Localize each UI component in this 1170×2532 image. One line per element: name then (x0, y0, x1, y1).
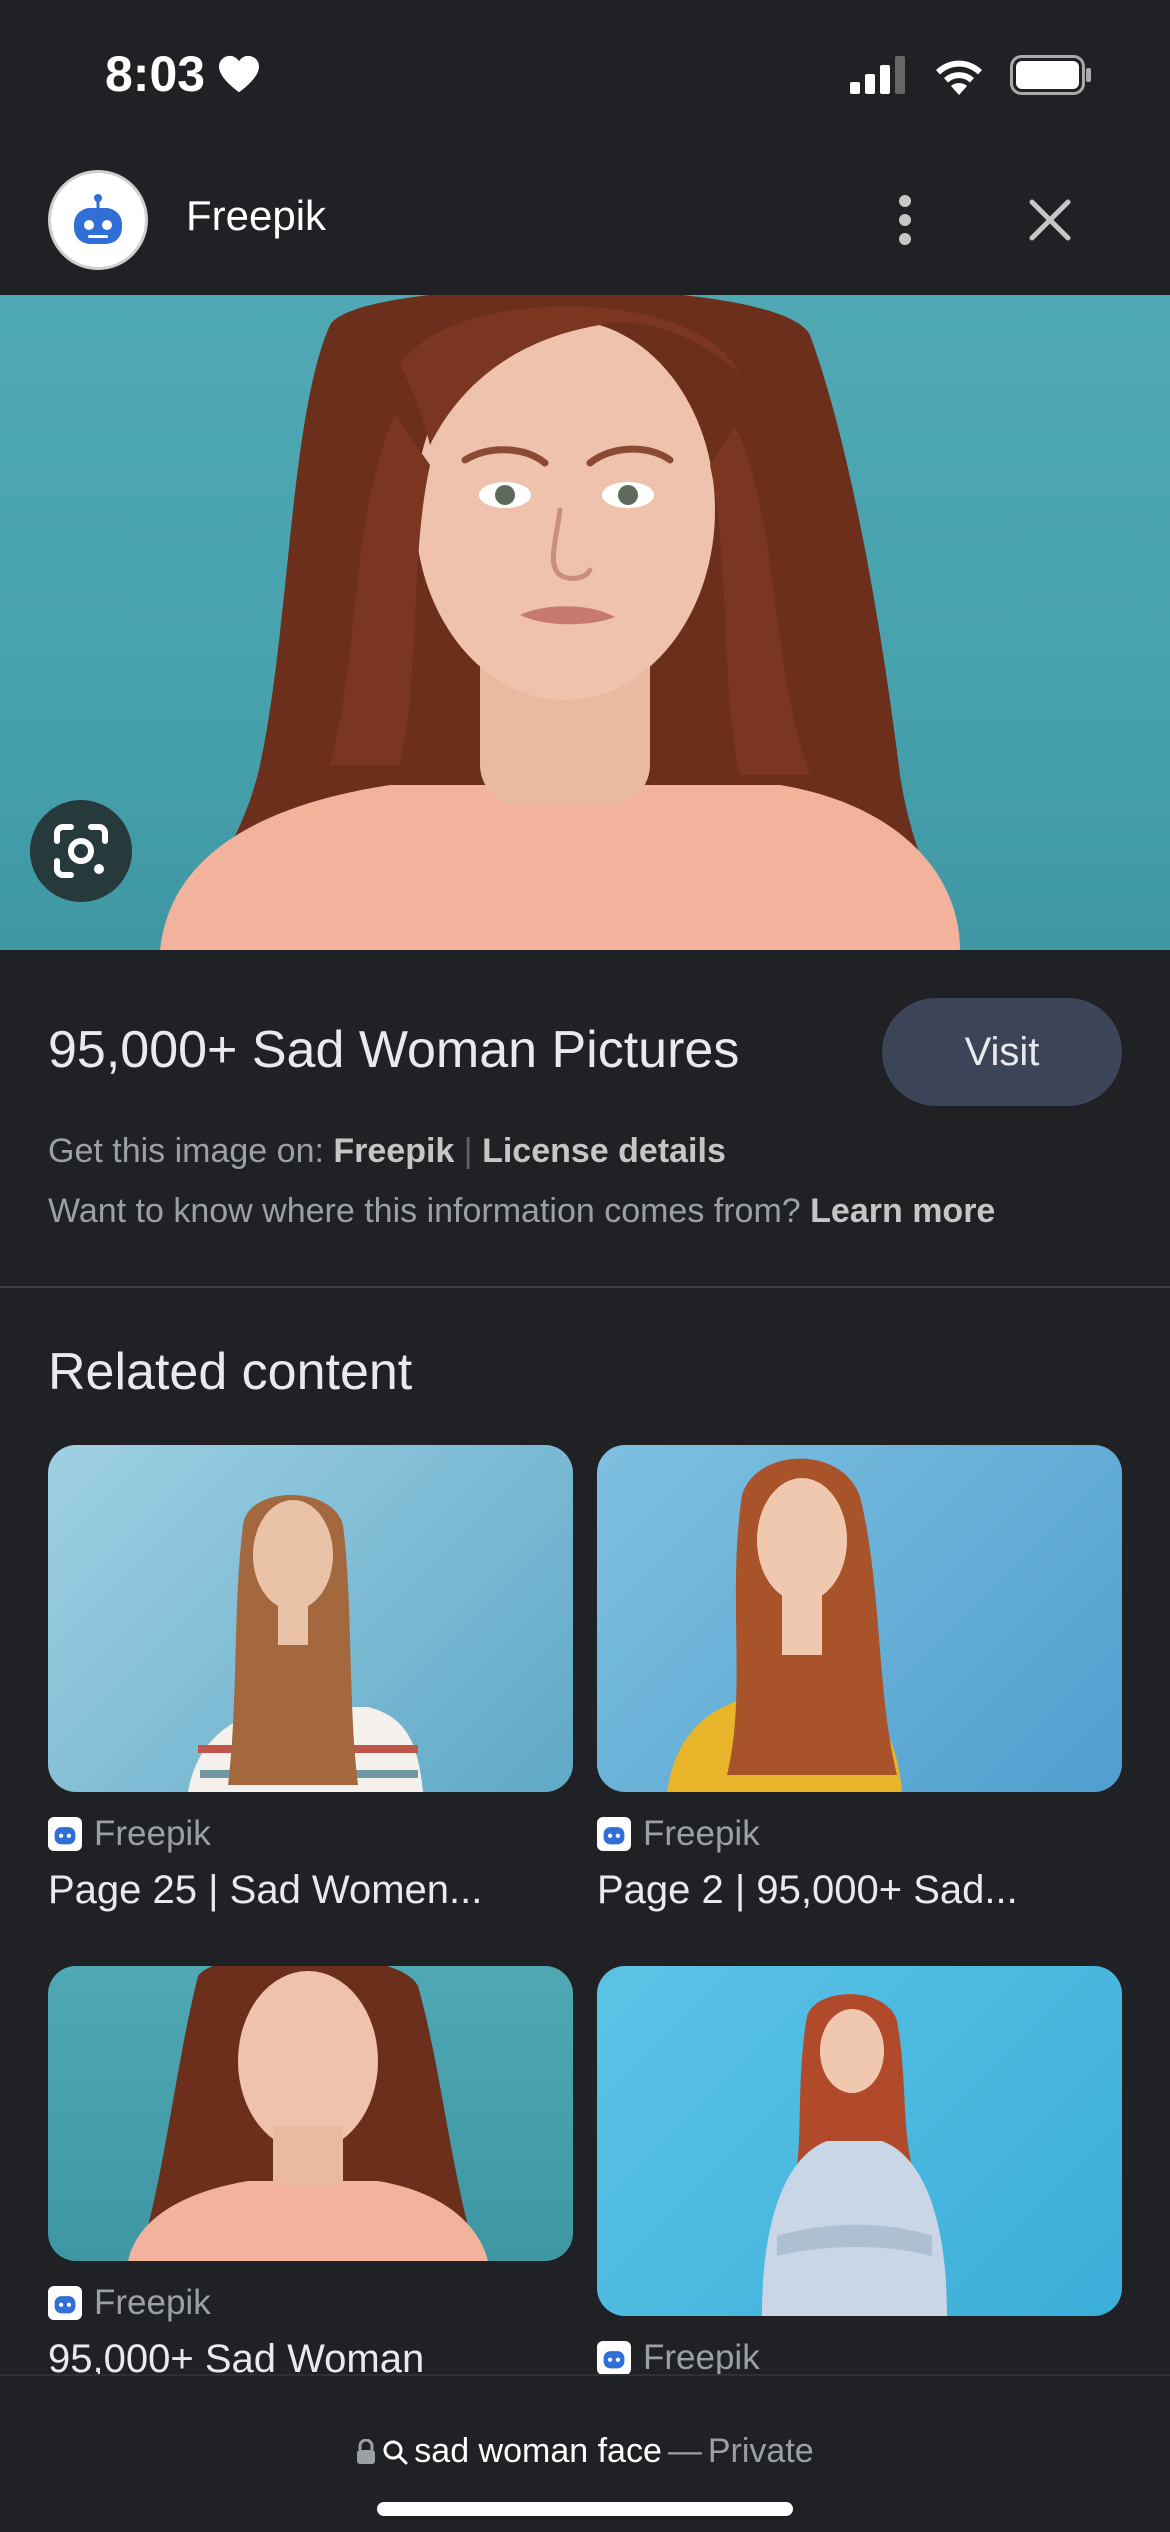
result-info: 95,000+ Sad Woman Pictures Visit Get thi… (0, 950, 1170, 1288)
related-thumbnail[interactable] (48, 1445, 573, 1792)
related-source: Freepik (643, 2338, 760, 2377)
private-label: Private (707, 2432, 814, 2470)
source-link[interactable]: Freepik (333, 1132, 454, 1170)
lock-icon (357, 2438, 376, 2464)
freepik-robot-icon (54, 2296, 76, 2314)
freepik-robot-icon (54, 1827, 76, 1845)
clock-text: 8:03 (105, 46, 206, 102)
result-title[interactable]: 95,000+ Sad Woman Pictures (48, 1020, 739, 1080)
related-card[interactable]: Freepik Page 2 | 95,000+ Sad... (597, 1445, 1122, 1913)
cellular-signal-icon (850, 56, 905, 94)
hero-image[interactable] (0, 295, 1170, 950)
freepik-favicon (48, 1817, 82, 1851)
woman-photo-illustration (160, 295, 960, 950)
freepik-favicon (597, 2341, 631, 2375)
status-time: 8:03 (105, 45, 261, 103)
freepik-robot-icon (603, 2351, 625, 2369)
related-meta: Freepik (597, 1814, 1122, 1854)
heart-icon (219, 55, 260, 93)
search-icon (383, 2440, 408, 2464)
battery-icon (1010, 55, 1091, 95)
freepik-favicon (597, 1817, 631, 1851)
related-meta: Freepik (48, 2283, 573, 2323)
info-line: Want to know where this information come… (48, 1192, 995, 1231)
related-title[interactable]: Page 2 | 95,000+ Sad... (597, 1868, 1122, 1913)
related-source: Freepik (94, 1814, 211, 1853)
related-source: Freepik (94, 2283, 211, 2322)
related-thumbnail[interactable] (597, 1445, 1122, 1792)
freepik-favicon (48, 2286, 82, 2320)
close-button[interactable] (1010, 180, 1090, 260)
status-icons (850, 55, 1092, 95)
source-line: Get this image on: Freepik | License det… (48, 1132, 726, 1171)
google-lens-icon (54, 824, 108, 878)
url-bar[interactable]: sad woman face — Private (0, 2432, 1170, 2471)
lens-search-button[interactable] (30, 800, 132, 902)
more-options-button[interactable] (870, 180, 940, 260)
freepik-robot-icon (74, 194, 122, 244)
separator: | (463, 1132, 473, 1170)
related-source: Freepik (643, 1814, 760, 1853)
site-name[interactable]: Freepik (186, 192, 326, 240)
woman-photo-illustration (762, 1994, 947, 2316)
more-vertical-icon (899, 195, 911, 245)
related-title[interactable]: Page 25 | Sad Women... (48, 1868, 573, 1913)
related-card[interactable]: Freepik Page 25 | Sad Women... (48, 1445, 573, 1913)
related-card[interactable]: Freepik (597, 1966, 1122, 2378)
home-indicator[interactable] (377, 2502, 793, 2516)
visit-button[interactable]: Visit (882, 998, 1122, 1106)
related-meta: Freepik (48, 1814, 573, 1854)
divider (0, 1286, 1170, 1288)
search-query: sad woman face (414, 2432, 662, 2470)
related-card[interactable]: Freepik 95,000+ Sad Woman (48, 1966, 573, 2382)
related-meta: Freepik (597, 2338, 1122, 2378)
related-thumbnail[interactable] (48, 1966, 573, 2261)
result-header: Freepik (0, 150, 1170, 295)
woman-photo-illustration (667, 1458, 902, 1792)
woman-photo-illustration (188, 1495, 423, 1792)
learn-more-link[interactable]: Learn more (810, 1192, 995, 1230)
bottom-address-bar: sad woman face — Private (0, 2374, 1170, 2532)
site-avatar[interactable] (48, 170, 148, 270)
close-icon (1029, 199, 1071, 241)
license-details-link[interactable]: License details (482, 1132, 726, 1170)
source-prefix: Get this image on: (48, 1132, 324, 1170)
status-bar: 8:03 (0, 0, 1170, 150)
info-question: Want to know where this information come… (48, 1192, 801, 1230)
wifi-icon (936, 60, 982, 95)
dash: — (667, 2432, 702, 2470)
related-thumbnail[interactable] (597, 1966, 1122, 2316)
related-heading: Related content (48, 1343, 413, 1401)
woman-photo-illustration (128, 1966, 488, 2261)
freepik-robot-icon (603, 1827, 625, 1845)
